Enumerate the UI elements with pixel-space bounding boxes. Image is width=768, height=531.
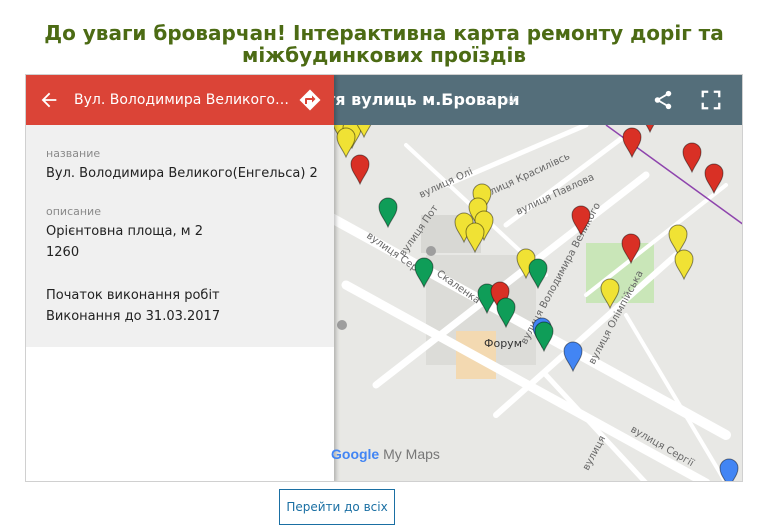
description-line: Орієнтовна площа, м 2 bbox=[46, 224, 203, 239]
goto-all-button[interactable]: Перейти до всіх bbox=[279, 489, 395, 525]
description-line: 1260 bbox=[46, 245, 80, 260]
google-my-maps-logo: Google My Maps bbox=[331, 446, 440, 462]
description-line: Початок виконання робіт bbox=[46, 288, 220, 303]
name-label: название bbox=[46, 147, 101, 160]
google-logo-text: Google bbox=[331, 446, 380, 462]
star-icon[interactable]: ☆ bbox=[504, 89, 518, 109]
side-panel: Вул. Володимира Великого(Енгельса) 2 наз… bbox=[26, 75, 334, 481]
share-icon[interactable] bbox=[652, 89, 674, 111]
panel-header-title: Вул. Володимира Великого(Енгельса) 2 bbox=[74, 92, 289, 108]
name-value: Вул. Володимира Великого(Енгельса) 2 bbox=[46, 166, 318, 181]
description-line: Виконання до 31.03.2017 bbox=[46, 309, 221, 324]
map-title: тя вулиць м.Бровари bbox=[326, 90, 520, 109]
directions-icon[interactable] bbox=[298, 88, 322, 112]
page-title-line2: міжбудинкових проїздів bbox=[242, 43, 526, 67]
forum-label: Форум bbox=[484, 337, 522, 350]
back-arrow-icon[interactable] bbox=[38, 89, 60, 111]
page-title: До уваги броварчан! Інтерактивна карта р… bbox=[0, 22, 768, 66]
my-maps-text: My Maps bbox=[383, 446, 440, 462]
fullscreen-icon[interactable] bbox=[700, 89, 722, 111]
panel-header: Вул. Володимира Великого(Енгельса) 2 bbox=[26, 75, 334, 125]
page-title-line1: До уваги броварчан! Інтерактивна карта р… bbox=[44, 21, 724, 45]
description-label: описание bbox=[46, 205, 101, 218]
map-frame[interactable]: вулиця Олі вулиця Красилівсь вулиця Пот … bbox=[25, 74, 743, 482]
panel-body: название Вул. Володимира Великого(Енгель… bbox=[26, 125, 334, 347]
panel-bottom bbox=[26, 347, 334, 481]
